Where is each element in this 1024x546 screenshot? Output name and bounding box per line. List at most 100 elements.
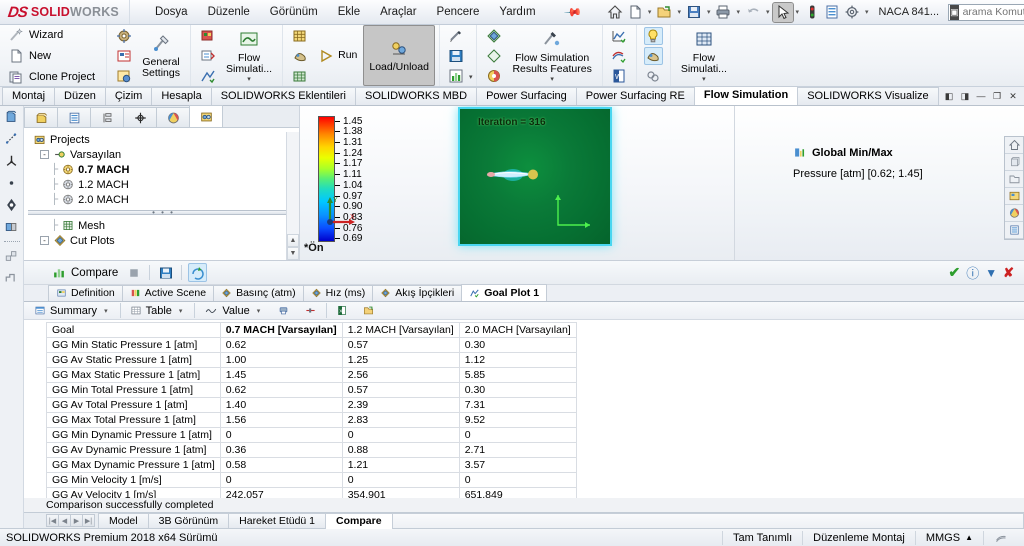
save-icon[interactable] bbox=[684, 3, 704, 22]
menu-dosya[interactable]: Dosya bbox=[146, 3, 197, 21]
computational-domain-icon[interactable] bbox=[114, 47, 133, 65]
run-button[interactable]: Run bbox=[312, 25, 363, 86]
table-dropdown[interactable]: Table ▾ bbox=[125, 303, 191, 319]
doc-tab-model[interactable]: Model bbox=[98, 513, 149, 528]
chevron-down-icon[interactable]: ▾ bbox=[550, 75, 554, 83]
value-dropdown[interactable]: Value ▾ bbox=[199, 303, 268, 319]
configuration-manager-tab[interactable] bbox=[90, 107, 124, 127]
exploded-view-icon[interactable] bbox=[3, 248, 21, 264]
menu-ekle[interactable]: Ekle bbox=[329, 3, 369, 21]
restore-icon[interactable]: ❐ bbox=[990, 89, 1004, 103]
graphics-viewport[interactable]: 1.45 1.38 1.31 1.24 1.17 1.11 1.04 0.97 … bbox=[300, 106, 734, 260]
tree-splitter[interactable]: • • • bbox=[28, 208, 299, 216]
tab-goal-plot-1[interactable]: Goal Plot 1 bbox=[461, 284, 548, 301]
results-features-button[interactable]: Flow Simulation Results Features ▾ bbox=[506, 25, 597, 86]
tree-expander[interactable]: - bbox=[40, 236, 49, 245]
chevron-down-icon[interactable]: ▾ bbox=[702, 75, 706, 83]
pen-results-icon[interactable] bbox=[447, 27, 466, 45]
chevron-down-icon[interactable]: ▾ bbox=[247, 75, 251, 83]
clone-project-button[interactable]: Clone Project bbox=[4, 67, 102, 87]
menu-yardim[interactable]: Yardım bbox=[490, 3, 544, 21]
print-plot-button[interactable] bbox=[272, 303, 295, 318]
feature-manager-tab[interactable] bbox=[24, 107, 58, 127]
file-explorer-rail-icon[interactable] bbox=[1005, 171, 1023, 188]
transparency-icon[interactable] bbox=[643, 46, 663, 65]
split-left-icon[interactable]: ◧ bbox=[942, 89, 956, 103]
iso-plot-icon[interactable] bbox=[484, 67, 503, 85]
tab-hesapla[interactable]: Hesapla bbox=[151, 87, 212, 105]
status-units[interactable]: MMGS ▲ bbox=[914, 530, 983, 545]
chevron-down-icon[interactable]: ▾ bbox=[793, 8, 803, 16]
tab-definition[interactable]: Definition bbox=[48, 285, 123, 301]
tree-scrollbar[interactable]: ▲ ▼ bbox=[286, 132, 299, 260]
fan-icon[interactable] bbox=[198, 47, 217, 65]
collapse-icon[interactable]: ▼ bbox=[985, 266, 997, 280]
tab-solidworks-mbd[interactable]: SOLIDWORKS MBD bbox=[355, 87, 478, 105]
tree-node-07-mach[interactable]: ├ 0.7 MACH bbox=[28, 162, 299, 177]
flow-trajectories-icon[interactable] bbox=[610, 47, 629, 65]
chevron-down-icon[interactable]: ▾ bbox=[176, 307, 186, 315]
display-manager-tab[interactable] bbox=[156, 107, 190, 127]
open-folder-button[interactable] bbox=[357, 303, 380, 318]
select-cursor-icon[interactable] bbox=[771, 1, 794, 23]
point-icon[interactable] bbox=[3, 175, 21, 191]
chevron-down-icon[interactable]: ▾ bbox=[674, 8, 684, 16]
tab-duzen[interactable]: Düzen bbox=[54, 87, 106, 105]
tab-power-surfacing-re[interactable]: Power Surfacing RE bbox=[575, 87, 695, 105]
tree-node-varsayilan[interactable]: - Varsayılan bbox=[28, 147, 299, 162]
save-compare-icon[interactable] bbox=[156, 263, 175, 282]
tab-hiz-ms[interactable]: Hız (ms) bbox=[302, 285, 374, 301]
insert-boundary-icon[interactable] bbox=[114, 27, 133, 45]
tab-cizim[interactable]: Çizim bbox=[104, 87, 153, 105]
tree-node-12-mach[interactable]: ├ 1.2 MACH bbox=[28, 177, 299, 192]
tree-node-cut-plots[interactable]: - Cut Plots bbox=[28, 233, 299, 248]
tab-flow-simulation[interactable]: Flow Simulation bbox=[693, 86, 799, 105]
mesh-refine-icon[interactable] bbox=[290, 67, 309, 85]
particle-icon[interactable] bbox=[644, 67, 663, 85]
cut-plot-icon[interactable] bbox=[484, 27, 503, 45]
tab-power-surfacing[interactable]: Power Surfacing bbox=[476, 87, 577, 105]
tab-solidworks-eklentileri[interactable]: SOLIDWORKS Eklentileri bbox=[210, 87, 356, 105]
report-word-icon[interactable]: W bbox=[610, 67, 629, 85]
options-list-icon[interactable] bbox=[822, 3, 842, 22]
xy-plot-icon[interactable] bbox=[610, 27, 629, 45]
dimxpert-manager-tab[interactable] bbox=[123, 107, 157, 127]
status-end-icon[interactable] bbox=[983, 530, 1018, 545]
doc-tab-compare[interactable]: Compare bbox=[325, 512, 393, 529]
tree-body[interactable]: Projects - Varsayılan ├ 0.7 MACH ├ 1.2 M… bbox=[24, 128, 299, 260]
component-control-icon[interactable] bbox=[114, 67, 133, 85]
cut-plot-result[interactable]: Iteration = 316 bbox=[460, 109, 610, 244]
load-unload-button[interactable]: Load/Unload bbox=[363, 25, 435, 86]
home-rail-icon[interactable] bbox=[1005, 137, 1023, 154]
goals-icon[interactable] bbox=[198, 67, 217, 85]
tree-node-20-mach[interactable]: ├ 2.0 MACH bbox=[28, 192, 299, 207]
save-results-icon[interactable] bbox=[447, 47, 466, 65]
cancel-x-icon[interactable]: ✘ bbox=[1003, 265, 1014, 281]
print-icon[interactable] bbox=[713, 3, 733, 22]
search-commands-box[interactable]: ▣ 🔍 ▾ bbox=[948, 3, 1024, 21]
doc-tab-hareket-etudu-1[interactable]: Hareket Etüdü 1 bbox=[228, 513, 327, 528]
chevron-down-icon[interactable]: ▾ bbox=[862, 8, 872, 16]
axis-settings-button[interactable] bbox=[299, 303, 322, 318]
chevron-down-icon[interactable]: ▾ bbox=[645, 8, 655, 16]
search-scope-icon[interactable]: ▣ bbox=[950, 4, 959, 20]
tree-node-projects[interactable]: Projects bbox=[28, 132, 299, 147]
chevron-up-icon[interactable]: ▲ bbox=[965, 533, 973, 542]
help-question-icon[interactable]: ⓘ bbox=[966, 263, 979, 282]
minimize-icon[interactable]: — bbox=[974, 89, 988, 103]
sketch-line-icon[interactable] bbox=[3, 131, 21, 147]
settings-gear-icon[interactable] bbox=[842, 3, 862, 22]
menu-araclar[interactable]: Araçlar bbox=[371, 3, 425, 21]
home-icon[interactable] bbox=[605, 3, 625, 22]
undo-icon[interactable] bbox=[743, 3, 763, 22]
tab-solidworks-visualize[interactable]: SOLIDWORKS Visualize bbox=[797, 87, 939, 105]
menu-duzenle[interactable]: Düzenle bbox=[199, 3, 259, 21]
lightbulb-icon[interactable] bbox=[643, 26, 663, 45]
tab-montaj[interactable]: Montaj bbox=[2, 87, 56, 105]
goal-comparison-table-wrapper[interactable]: Goal 0.7 MACH [Varsayılan] 1.2 MACH [Var… bbox=[24, 320, 1024, 498]
tree-node-mesh[interactable]: ├ Mesh bbox=[28, 218, 299, 233]
tab-basinc-atm[interactable]: Basınç (atm) bbox=[213, 285, 304, 301]
new-project-button[interactable]: New bbox=[4, 46, 102, 66]
flow-simulation-tree-tab[interactable] bbox=[189, 105, 223, 127]
chevron-down-icon[interactable]: ▾ bbox=[469, 73, 473, 86]
